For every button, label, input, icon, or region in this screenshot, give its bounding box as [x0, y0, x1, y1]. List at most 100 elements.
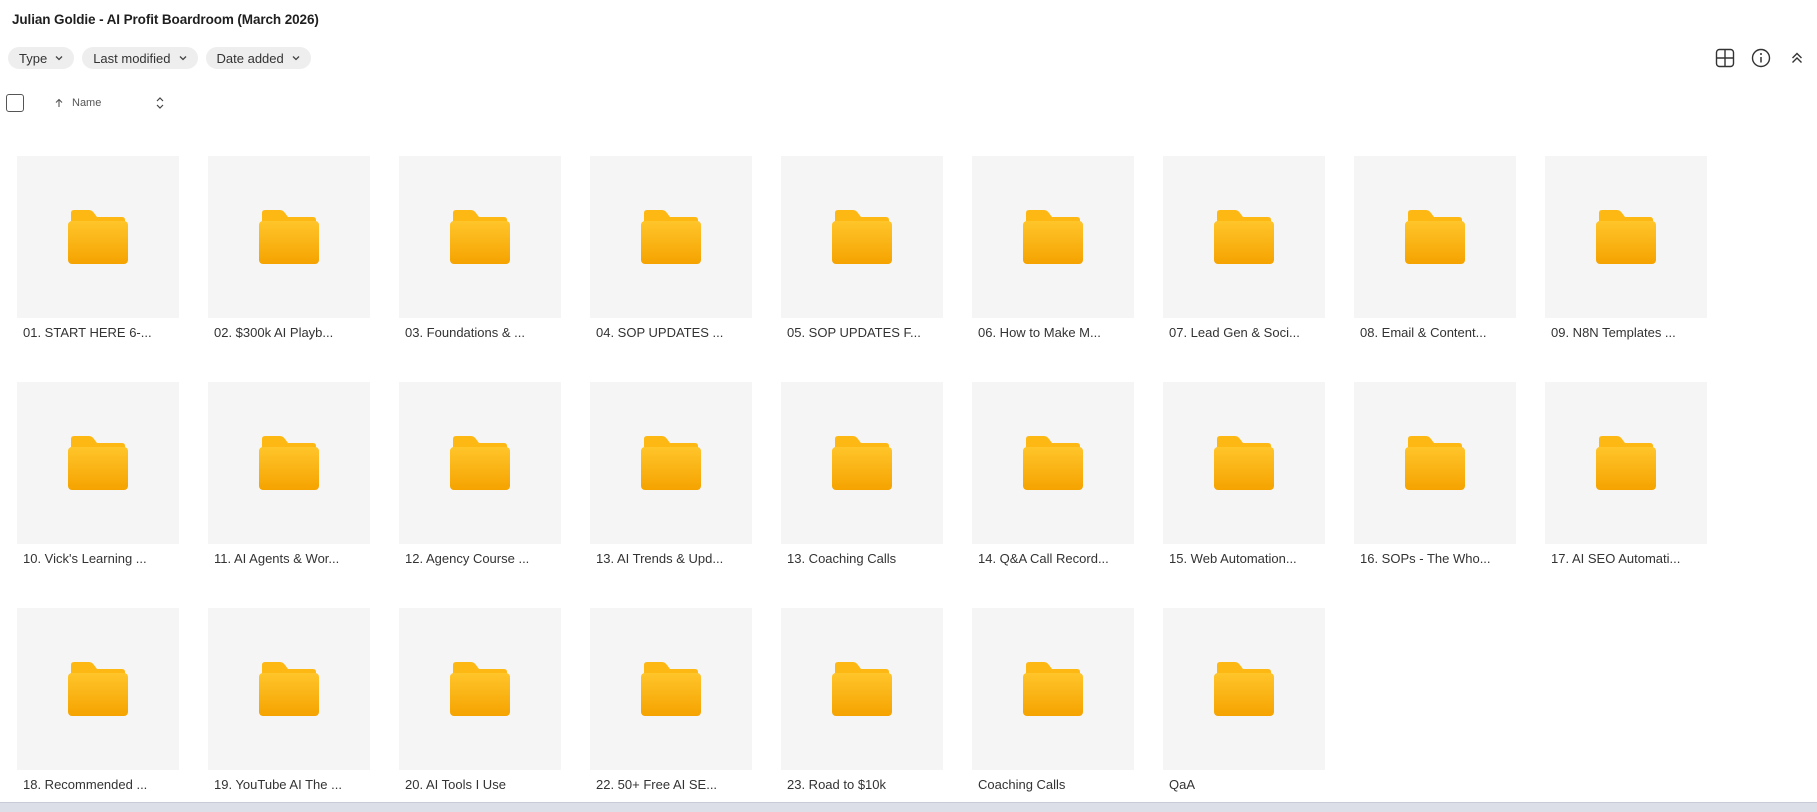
folder-tile[interactable]: 05. SOP UPDATES F... [781, 156, 943, 340]
page-title: Julian Goldie - AI Profit Boardroom (Mar… [12, 12, 319, 27]
folder-name: 14. Q&A Call Record... [978, 551, 1109, 566]
folder-icon [68, 662, 128, 716]
folder-tile[interactable]: Coaching Calls [972, 608, 1134, 792]
filter-last-modified-label: Last modified [93, 50, 171, 66]
folder-icon [1405, 436, 1465, 490]
folder-name: 02. $300k AI Playb... [214, 325, 334, 340]
folder-name: 05. SOP UPDATES F... [787, 325, 921, 340]
folder-thumbnail [1545, 156, 1707, 318]
folder-thumbnail [590, 608, 752, 770]
collapse-button[interactable] [1785, 46, 1809, 70]
folder-icon [641, 662, 701, 716]
collapse-icon [1792, 52, 1802, 63]
folder-name: 18. Recommended ... [23, 777, 148, 792]
folder-tile[interactable]: 17. AI SEO Automati... [1545, 382, 1707, 566]
folder-thumbnail [17, 382, 179, 544]
folder-tile[interactable]: 04. SOP UPDATES ... [590, 156, 752, 340]
folder-thumbnail [972, 156, 1134, 318]
folder-icon [1023, 210, 1083, 264]
chevron-down-icon [292, 56, 300, 61]
filter-last-modified-chip[interactable]: Last modified [82, 47, 198, 69]
folder-tile[interactable]: 22. 50+ Free AI SE... [590, 608, 752, 792]
folder-icon [1405, 210, 1465, 264]
folder-thumbnail [208, 382, 370, 544]
folder-thumbnail [1354, 156, 1516, 318]
folder-tile[interactable]: 06. How to Make M... [972, 156, 1134, 340]
select-all-checkbox[interactable] [6, 94, 24, 112]
folder-name: 23. Road to $10k [787, 777, 887, 792]
folder-icon [1023, 662, 1083, 716]
filter-bar: Type Last modified Date added [8, 47, 311, 69]
folder-icon [832, 436, 892, 490]
folder-name: 12. Agency Course ... [405, 551, 530, 566]
filter-type-label: Type [19, 50, 48, 66]
folder-tile[interactable]: 03. Foundations & ... [399, 156, 561, 340]
folder-tile[interactable]: 12. Agency Course ... [399, 382, 561, 566]
filter-date-added-chip[interactable]: Date added [205, 47, 311, 69]
folder-thumbnail [17, 156, 179, 318]
folder-tile[interactable]: 10. Vick's Learning ... [17, 382, 179, 566]
folder-tile[interactable]: 18. Recommended ... [17, 608, 179, 792]
folder-tile[interactable]: 08. Email & Content... [1354, 156, 1516, 340]
folder-tile[interactable]: 20. AI Tools I Use [399, 608, 561, 792]
filter-type-chip[interactable]: Type [8, 47, 75, 69]
folder-icon [259, 436, 319, 490]
folder-name: 17. AI SEO Automati... [1551, 551, 1681, 566]
bottom-bar [0, 802, 1817, 812]
folder-thumbnail [208, 608, 370, 770]
folder-name: 01. START HERE 6-... [23, 325, 152, 340]
folder-thumbnail [17, 608, 179, 770]
folder-icon [1023, 436, 1083, 490]
folder-thumbnail [399, 608, 561, 770]
folder-tile[interactable]: 19. YouTube AI The ... [208, 608, 370, 792]
grid-view-button[interactable] [1713, 46, 1737, 70]
folder-tile[interactable]: 23. Road to $10k [781, 608, 943, 792]
view-toolbar [1713, 46, 1809, 70]
folder-name: 22. 50+ Free AI SE... [596, 777, 718, 792]
folder-tile[interactable]: 01. START HERE 6-... [17, 156, 179, 340]
folder-thumbnail [399, 382, 561, 544]
folder-tile[interactable]: 15. Web Automation... [1163, 382, 1325, 566]
folder-tile[interactable]: 02. $300k AI Playb... [208, 156, 370, 340]
folder-tile[interactable]: 09. N8N Templates ... [1545, 156, 1707, 340]
chevron-down-icon [55, 56, 63, 61]
folder-tile[interactable]: 16. SOPs - The Who... [1354, 382, 1516, 566]
folder-tile[interactable]: QaA [1163, 608, 1325, 792]
folder-thumbnail [781, 382, 943, 544]
sort-by-name[interactable]: Name [54, 97, 101, 109]
sort-order-toggle[interactable] [155, 96, 165, 110]
folder-tile[interactable]: 13. AI Trends & Upd... [590, 382, 752, 566]
info-icon [1751, 48, 1771, 68]
folder-thumbnail [399, 156, 561, 318]
folder-thumbnail [972, 382, 1134, 544]
folder-name: 11. AI Agents & Wor... [214, 551, 340, 566]
folder-tile[interactable]: 14. Q&A Call Record... [972, 382, 1134, 566]
folder-name: 19. YouTube AI The ... [214, 777, 342, 792]
folder-name: 07. Lead Gen & Soci... [1169, 325, 1300, 340]
folder-name: 04. SOP UPDATES ... [596, 325, 724, 340]
arrow-up-icon [55, 98, 63, 107]
folder-grid: 01. START HERE 6-... 02. $300k AI Playb.… [17, 156, 1707, 792]
folder-name: 13. Coaching Calls [787, 551, 897, 566]
folder-thumbnail [1163, 156, 1325, 318]
folder-name: 08. Email & Content... [1360, 325, 1487, 340]
folder-icon [1214, 436, 1274, 490]
folder-tile[interactable]: 07. Lead Gen & Soci... [1163, 156, 1325, 340]
folder-tile[interactable]: 11. AI Agents & Wor... [208, 382, 370, 566]
folder-icon [450, 662, 510, 716]
info-button[interactable] [1749, 46, 1773, 70]
folder-icon [450, 210, 510, 264]
folder-name: QaA [1169, 777, 1196, 792]
folder-icon [832, 210, 892, 264]
folder-tile[interactable]: 13. Coaching Calls [781, 382, 943, 566]
folder-icon [68, 210, 128, 264]
folder-thumbnail [972, 608, 1134, 770]
folder-icon [1596, 436, 1656, 490]
folder-name: 03. Foundations & ... [405, 325, 525, 340]
folder-name: 13. AI Trends & Upd... [596, 551, 724, 566]
folder-name: Coaching Calls [978, 777, 1066, 792]
folder-icon [641, 210, 701, 264]
filter-date-added-label: Date added [216, 50, 284, 66]
folder-thumbnail [208, 156, 370, 318]
folder-icon [641, 436, 701, 490]
